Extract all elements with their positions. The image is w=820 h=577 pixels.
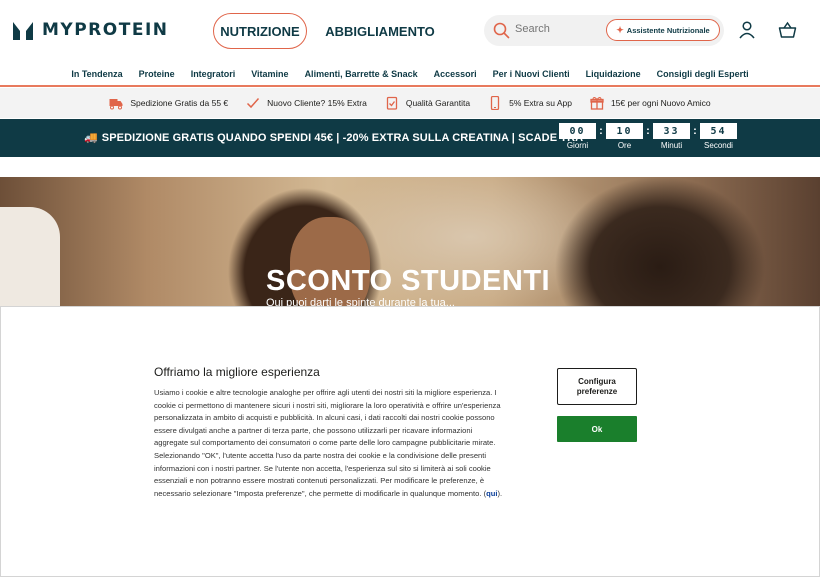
brand-logo[interactable]: MYPROTEIN xyxy=(12,19,169,41)
countdown-separator: : xyxy=(599,125,603,137)
promo-text: SPEDIZIONE GRATIS QUANDO SPENDI 45€ | -2… xyxy=(101,132,584,144)
countdown-label: Secondi xyxy=(704,141,733,150)
countdown-days: 00 Giorni xyxy=(559,123,596,150)
search-bar[interactable]: ✦ Assistente Nutrizionale xyxy=(484,15,724,46)
countdown-value: 00 xyxy=(559,123,596,139)
clipboard-check-icon xyxy=(386,96,397,110)
category-nav: In Tendenza Proteine Integratori Vitamin… xyxy=(0,62,820,87)
configure-preferences-button[interactable]: Configura preferenze xyxy=(557,368,637,405)
truck-icon xyxy=(109,99,123,110)
logo-mark-icon xyxy=(13,22,33,40)
cookie-link-suffix: ). xyxy=(497,488,503,498)
usp-bar: Spedizione Gratis da 55 € Nuovo Cliente?… xyxy=(0,88,820,118)
delivery-truck-icon: 🚚 xyxy=(84,132,98,144)
category-clearance[interactable]: Liquidazione xyxy=(586,69,641,79)
countdown-separator: : xyxy=(693,125,697,137)
category-supplements[interactable]: Integratori xyxy=(191,69,236,79)
category-food-snacks[interactable]: Alimenti, Barrette & Snack xyxy=(305,69,418,79)
countdown-minutes: 33 Minuti xyxy=(653,123,690,150)
countdown-hours: 10 Ore xyxy=(606,123,643,150)
countdown-separator: : xyxy=(646,125,650,137)
user-icon[interactable] xyxy=(738,21,756,39)
usp-free-shipping[interactable]: Spedizione Gratis da 55 € xyxy=(109,96,228,110)
check-icon xyxy=(247,98,260,109)
hero-photo-figure-left xyxy=(0,207,60,307)
brand-name: MYPROTEIN xyxy=(42,20,169,40)
category-accessories[interactable]: Accessori xyxy=(434,69,477,79)
usp-refer-friend[interactable]: 15€ per ogni Nuovo Amico xyxy=(590,96,711,110)
search-icon xyxy=(493,22,510,39)
usp-text: Qualità Garantita xyxy=(405,98,471,108)
cookie-body: Usiamo i cookie e altre tecnologie analo… xyxy=(154,387,506,500)
countdown-seconds: 54 Secondi xyxy=(700,123,737,150)
category-trending[interactable]: In Tendenza xyxy=(71,69,122,79)
search-input[interactable] xyxy=(515,23,595,35)
promo-text-wrap: 🚚 SPEDIZIONE GRATIS QUANDO SPENDI 45€ | -… xyxy=(84,131,583,144)
countdown-label: Minuti xyxy=(660,141,683,150)
usp-text: 15€ per ogni Nuovo Amico xyxy=(610,98,711,108)
usp-quality[interactable]: Qualità Garantita xyxy=(385,96,470,110)
cookie-body-text: Usiamo i cookie e altre tecnologie analo… xyxy=(154,388,501,498)
hero-title: SCONTO STUDENTI xyxy=(266,265,551,297)
category-vitamins[interactable]: Vitamine xyxy=(251,69,288,79)
nav-nutrition[interactable]: NUTRIZIONE xyxy=(213,13,307,49)
usp-new-customer[interactable]: Nuovo Cliente? 15% Extra xyxy=(246,96,367,110)
usp-text: 5% Extra su App xyxy=(509,98,572,108)
sparkle-icon: ✦ xyxy=(616,24,624,35)
cookie-policy-link[interactable]: qui xyxy=(486,489,497,498)
site-header: MYPROTEIN NUTRIZIONE ABBIGLIAMENTO ✦ Ass… xyxy=(0,0,820,62)
category-proteins[interactable]: Proteine xyxy=(139,69,175,79)
countdown-timer: 00 Giorni : 10 Ore : 33 Minuti : 54 Seco… xyxy=(559,123,737,150)
nutrition-assistant-button[interactable]: ✦ Assistente Nutrizionale xyxy=(606,19,720,41)
countdown-label: Giorni xyxy=(566,141,589,150)
usp-text: Spedizione Gratis da 55 € xyxy=(130,98,229,108)
countdown-label: Ore xyxy=(617,141,632,150)
cookie-title: Offriamo la migliore esperienza xyxy=(154,365,320,379)
usp-text: Nuovo Cliente? 15% Extra xyxy=(267,98,367,108)
phone-icon xyxy=(490,96,500,110)
assistant-label: Assistente Nutrizionale xyxy=(626,25,710,35)
usp-app[interactable]: 5% Extra su App xyxy=(488,96,572,110)
cookie-consent-panel: Offriamo la migliore esperienza Usiamo i… xyxy=(0,306,820,577)
countdown-value: 33 xyxy=(653,123,690,139)
promo-banner[interactable]: 🚚 SPEDIZIONE GRATIS QUANDO SPENDI 45€ | -… xyxy=(0,119,820,157)
countdown-value: 10 xyxy=(606,123,643,139)
basket-icon[interactable] xyxy=(778,21,797,39)
countdown-value: 54 xyxy=(700,123,737,139)
hero-banner[interactable]: SCONTO STUDENTI Qui puoi darti le spinte… xyxy=(0,177,820,307)
category-expert-advice[interactable]: Consigli degli Esperti xyxy=(657,69,749,79)
category-new-customers[interactable]: Per i Nuovi Clienti xyxy=(493,69,570,79)
nav-apparel[interactable]: ABBIGLIAMENTO xyxy=(325,13,435,49)
gift-icon xyxy=(590,96,604,110)
cookie-ok-button[interactable]: Ok xyxy=(557,416,637,442)
